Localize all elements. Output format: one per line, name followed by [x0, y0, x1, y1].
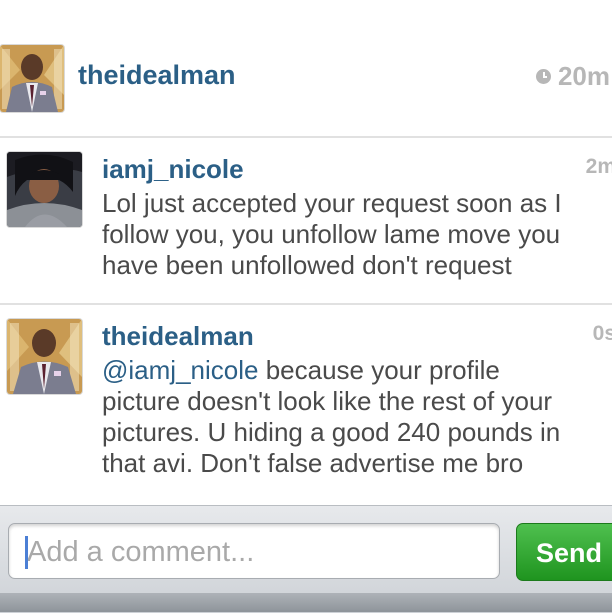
avatar-image	[7, 319, 82, 394]
comment-text: @iamj_nicole because your profile pictur…	[102, 355, 612, 479]
comment-text: Lol just accepted your request soon as I…	[102, 188, 612, 281]
post-time: 20m	[535, 61, 610, 92]
mention-link[interactable]: @iamj_nicole	[102, 355, 258, 385]
comment-line: Lol just accepted your request soon as I	[102, 188, 562, 218]
comment-input-placeholder: Add a comment...	[27, 536, 255, 568]
keyboard-top-edge	[0, 593, 612, 612]
post-header: theidealman 20m	[0, 0, 612, 136]
commenter-username[interactable]: theidealman	[102, 321, 254, 352]
post-time-label: 20m	[557, 61, 610, 91]
text-caret	[25, 536, 28, 569]
commenter-avatar[interactable]	[7, 152, 82, 227]
comment-line: follow you, you unfollow lame move you	[102, 219, 561, 249]
comment-time: 2m	[585, 155, 612, 178]
avatar-image	[0, 45, 64, 112]
send-button[interactable]: Send	[516, 523, 612, 581]
avatar-image	[7, 152, 82, 227]
comment-line: pictures. U hiding a good 240 pounds in	[102, 417, 561, 447]
comment-line: that avi. Don't false advertise me bro	[102, 448, 524, 478]
commenter-username[interactable]: iamj_nicole	[102, 154, 244, 185]
post-author-username[interactable]: theidealman	[78, 60, 236, 91]
comment-line: picture doesn't look like the rest of yo…	[102, 386, 553, 416]
comment-line: @iamj_nicole because your profile	[102, 355, 612, 386]
comment-item: iamj_nicole 2m Lol just accepted your re…	[0, 138, 612, 303]
post-author-avatar[interactable]	[0, 45, 64, 112]
comment-line: have been unfollowed don't request	[102, 250, 512, 280]
commenter-avatar[interactable]	[7, 319, 82, 394]
clock-icon	[535, 69, 551, 84]
comment-time: 0s	[592, 322, 612, 345]
comment-item: theidealman 0s @iamj_nicole because your…	[0, 305, 612, 505]
comment-line-text: because your profile	[258, 355, 500, 385]
comment-input[interactable]: Add a comment...	[8, 523, 500, 579]
